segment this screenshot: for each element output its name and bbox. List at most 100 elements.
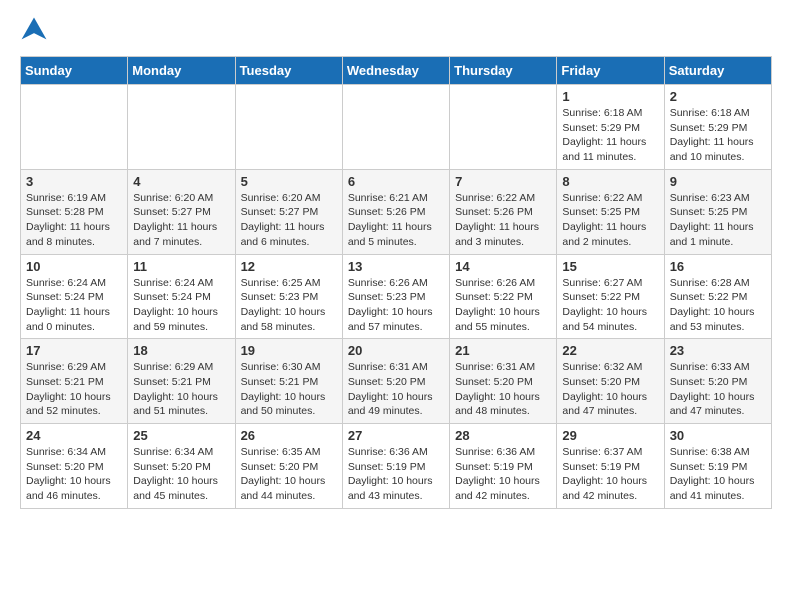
day-number: 27 xyxy=(348,428,444,443)
header xyxy=(20,16,772,44)
calendar-day: 8Sunrise: 6:22 AM Sunset: 5:25 PM Daylig… xyxy=(557,169,664,254)
day-info: Sunrise: 6:36 AM Sunset: 5:19 PM Dayligh… xyxy=(348,445,444,504)
day-info: Sunrise: 6:25 AM Sunset: 5:23 PM Dayligh… xyxy=(241,276,337,335)
calendar-day: 30 Sunrise: 6:38 AM Sunset: 5:19 PM Dayli… xyxy=(664,424,771,509)
calendar-week-5: 24Sunrise: 6:34 AM Sunset: 5:20 PM Dayli… xyxy=(21,424,772,509)
day-number: 21 xyxy=(455,343,551,358)
day-info: Sunrise: 6:19 AM Sunset: 5:28 PM Dayligh… xyxy=(26,191,122,250)
day-info: Sunrise: 6:32 AM Sunset: 5:20 PM Dayligh… xyxy=(562,360,658,419)
calendar-day: 1 Sunrise: 6:18 AM Sunset: 5:29 PM Daylig… xyxy=(557,85,664,170)
day-number: 28 xyxy=(455,428,551,443)
calendar-day: 12 Sunrise: 6:25 AM Sunset: 5:23 PM Dayli… xyxy=(235,254,342,339)
day-info: Sunrise: 6:28 AM Sunset: 5:22 PM Dayligh… xyxy=(670,276,766,335)
day-info: Sunrise: 6:20 AM Sunset: 5:27 PM Dayligh… xyxy=(241,191,337,250)
day-number: 25 xyxy=(133,428,229,443)
calendar-day: 11 Sunrise: 6:24 AM Sunset: 5:24 PM Dayli… xyxy=(128,254,235,339)
day-number: 14 xyxy=(455,259,551,274)
calendar-day: 26 Sunrise: 6:35 AM Sunset: 5:20 PM Dayli… xyxy=(235,424,342,509)
calendar-week-2: 3 Sunrise: 6:19 AM Sunset: 5:28 PM Daylig… xyxy=(21,169,772,254)
day-number: 23 xyxy=(670,343,766,358)
day-info: Sunrise: 6:26 AM Sunset: 5:22 PM Dayligh… xyxy=(455,276,551,335)
day-number: 7 xyxy=(455,174,551,189)
calendar-day xyxy=(450,85,557,170)
calendar-day xyxy=(21,85,128,170)
calendar-week-1: 1 Sunrise: 6:18 AM Sunset: 5:29 PM Daylig… xyxy=(21,85,772,170)
day-number: 22 xyxy=(562,343,658,358)
day-info: Sunrise: 6:22 AM Sunset: 5:26 PM Dayligh… xyxy=(455,191,551,250)
calendar-day: 18 Sunrise: 6:29 AM Sunset: 5:21 PM Dayli… xyxy=(128,339,235,424)
day-info: Sunrise: 6:21 AM Sunset: 5:26 PM Dayligh… xyxy=(348,191,444,250)
calendar-day: 3 Sunrise: 6:19 AM Sunset: 5:28 PM Daylig… xyxy=(21,169,128,254)
calendar-header: SundayMondayTuesdayWednesdayThursdayFrid… xyxy=(21,57,772,85)
day-info: Sunrise: 6:37 AM Sunset: 5:19 PM Dayligh… xyxy=(562,445,658,504)
day-number: 13 xyxy=(348,259,444,274)
day-info: Sunrise: 6:18 AM Sunset: 5:29 PM Dayligh… xyxy=(562,106,658,165)
weekday-header-thursday: Thursday xyxy=(450,57,557,85)
calendar-day: 23 Sunrise: 6:33 AM Sunset: 5:20 PM Dayli… xyxy=(664,339,771,424)
day-number: 4 xyxy=(133,174,229,189)
day-info: Sunrise: 6:30 AM Sunset: 5:21 PM Dayligh… xyxy=(241,360,337,419)
day-info: Sunrise: 6:27 AM Sunset: 5:22 PM Dayligh… xyxy=(562,276,658,335)
logo-icon xyxy=(20,16,48,44)
day-info: Sunrise: 6:36 AM Sunset: 5:19 PM Dayligh… xyxy=(455,445,551,504)
day-info: Sunrise: 6:18 AM Sunset: 5:29 PM Dayligh… xyxy=(670,106,766,165)
weekday-row: SundayMondayTuesdayWednesdayThursdayFrid… xyxy=(21,57,772,85)
calendar-day: 6 Sunrise: 6:21 AM Sunset: 5:26 PM Daylig… xyxy=(342,169,449,254)
calendar-day: 5 Sunrise: 6:20 AM Sunset: 5:27 PM Daylig… xyxy=(235,169,342,254)
calendar-day: 24Sunrise: 6:34 AM Sunset: 5:20 PM Dayli… xyxy=(21,424,128,509)
day-info: Sunrise: 6:24 AM Sunset: 5:24 PM Dayligh… xyxy=(26,276,122,335)
day-number: 18 xyxy=(133,343,229,358)
day-info: Sunrise: 6:38 AM Sunset: 5:19 PM Dayligh… xyxy=(670,445,766,504)
day-info: Sunrise: 6:31 AM Sunset: 5:20 PM Dayligh… xyxy=(455,360,551,419)
day-number: 10 xyxy=(26,259,122,274)
day-number: 26 xyxy=(241,428,337,443)
day-number: 3 xyxy=(26,174,122,189)
day-number: 16 xyxy=(670,259,766,274)
day-info: Sunrise: 6:24 AM Sunset: 5:24 PM Dayligh… xyxy=(133,276,229,335)
logo xyxy=(20,16,52,44)
day-number: 29 xyxy=(562,428,658,443)
calendar-day xyxy=(128,85,235,170)
calendar-day: 13 Sunrise: 6:26 AM Sunset: 5:23 PM Dayli… xyxy=(342,254,449,339)
day-number: 8 xyxy=(562,174,658,189)
day-number: 17 xyxy=(26,343,122,358)
day-info: Sunrise: 6:29 AM Sunset: 5:21 PM Dayligh… xyxy=(133,360,229,419)
calendar-day: 25Sunrise: 6:34 AM Sunset: 5:20 PM Dayli… xyxy=(128,424,235,509)
day-info: Sunrise: 6:31 AM Sunset: 5:20 PM Dayligh… xyxy=(348,360,444,419)
day-number: 9 xyxy=(670,174,766,189)
calendar-day: 9 Sunrise: 6:23 AM Sunset: 5:25 PM Daylig… xyxy=(664,169,771,254)
weekday-header-monday: Monday xyxy=(128,57,235,85)
weekday-header-saturday: Saturday xyxy=(664,57,771,85)
calendar-day xyxy=(235,85,342,170)
day-number: 15 xyxy=(562,259,658,274)
day-info: Sunrise: 6:33 AM Sunset: 5:20 PM Dayligh… xyxy=(670,360,766,419)
calendar-body: 1 Sunrise: 6:18 AM Sunset: 5:29 PM Daylig… xyxy=(21,85,772,509)
calendar-day: 14 Sunrise: 6:26 AM Sunset: 5:22 PM Dayli… xyxy=(450,254,557,339)
calendar-week-4: 17 Sunrise: 6:29 AM Sunset: 5:21 PM Dayli… xyxy=(21,339,772,424)
day-info: Sunrise: 6:26 AM Sunset: 5:23 PM Dayligh… xyxy=(348,276,444,335)
weekday-header-wednesday: Wednesday xyxy=(342,57,449,85)
day-number: 24 xyxy=(26,428,122,443)
calendar-day: 21 Sunrise: 6:31 AM Sunset: 5:20 PM Dayli… xyxy=(450,339,557,424)
calendar-day: 22 Sunrise: 6:32 AM Sunset: 5:20 PM Dayli… xyxy=(557,339,664,424)
day-number: 12 xyxy=(241,259,337,274)
weekday-header-sunday: Sunday xyxy=(21,57,128,85)
calendar-day: 16 Sunrise: 6:28 AM Sunset: 5:22 PM Dayli… xyxy=(664,254,771,339)
day-number: 19 xyxy=(241,343,337,358)
day-number: 6 xyxy=(348,174,444,189)
calendar-day: 4Sunrise: 6:20 AM Sunset: 5:27 PM Daylig… xyxy=(128,169,235,254)
day-info: Sunrise: 6:23 AM Sunset: 5:25 PM Dayligh… xyxy=(670,191,766,250)
day-number: 5 xyxy=(241,174,337,189)
day-number: 11 xyxy=(133,259,229,274)
calendar-day: 19 Sunrise: 6:30 AM Sunset: 5:21 PM Dayli… xyxy=(235,339,342,424)
day-info: Sunrise: 6:35 AM Sunset: 5:20 PM Dayligh… xyxy=(241,445,337,504)
weekday-header-tuesday: Tuesday xyxy=(235,57,342,85)
day-info: Sunrise: 6:29 AM Sunset: 5:21 PM Dayligh… xyxy=(26,360,122,419)
calendar-table: SundayMondayTuesdayWednesdayThursdayFrid… xyxy=(20,56,772,509)
day-number: 20 xyxy=(348,343,444,358)
calendar-day xyxy=(342,85,449,170)
weekday-header-friday: Friday xyxy=(557,57,664,85)
day-number: 1 xyxy=(562,89,658,104)
calendar-day: 28 Sunrise: 6:36 AM Sunset: 5:19 PM Dayli… xyxy=(450,424,557,509)
day-number: 30 xyxy=(670,428,766,443)
